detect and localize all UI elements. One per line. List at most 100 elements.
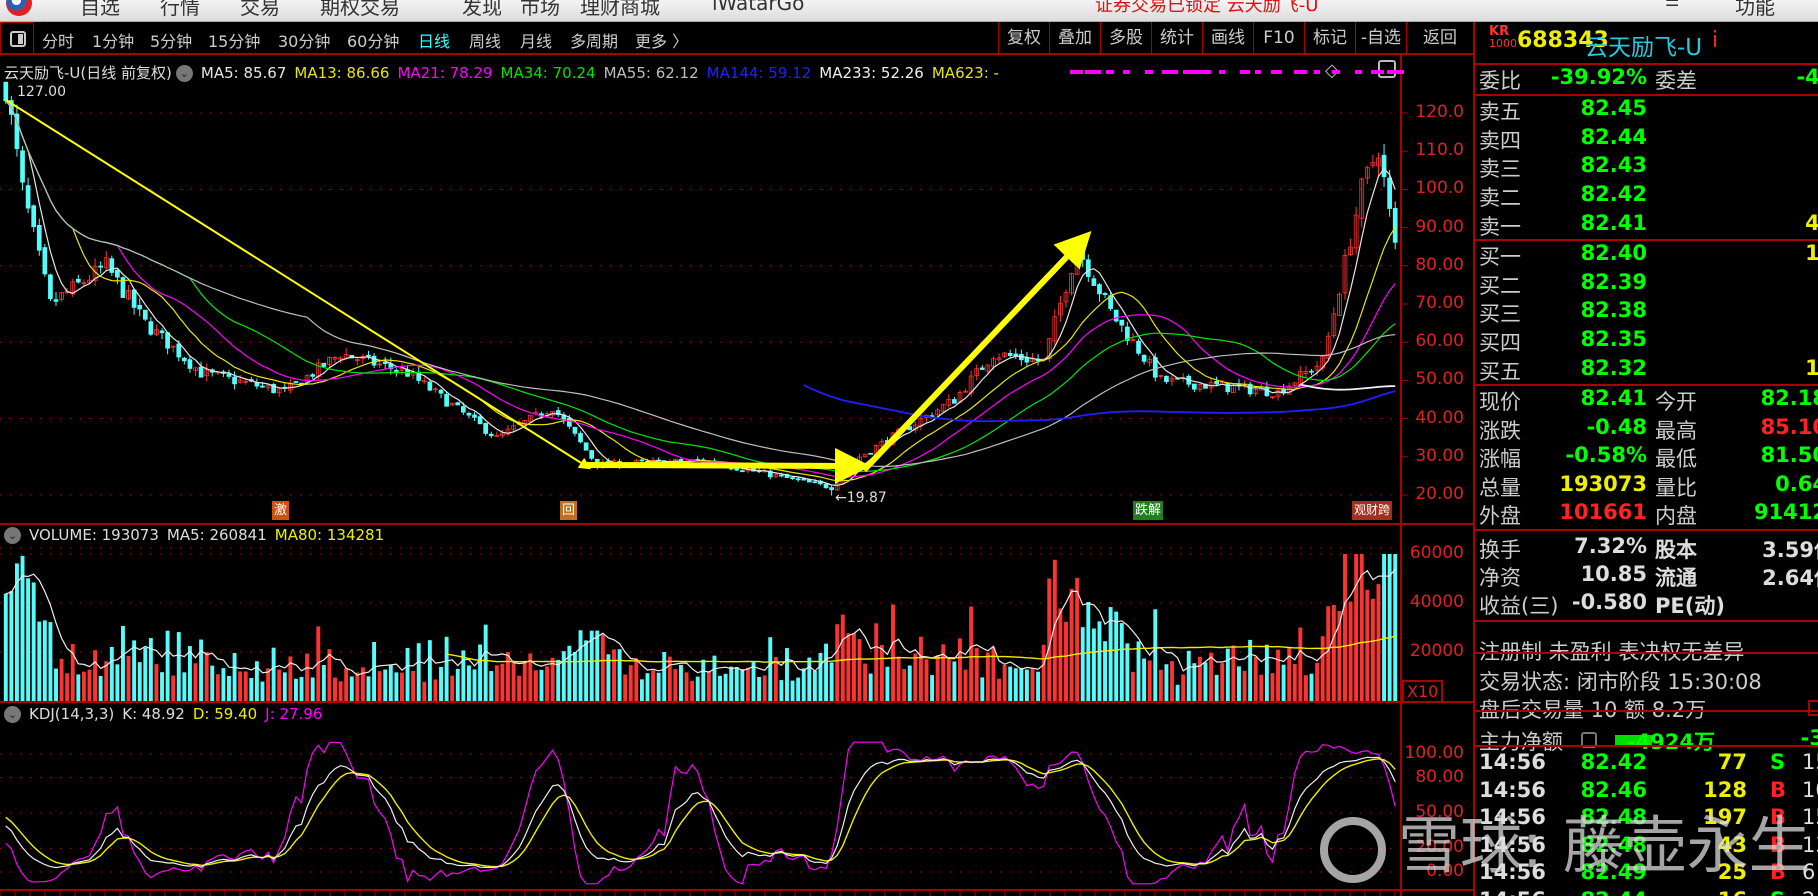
tick-row: 14:56 82.49 25 B 6 xyxy=(1475,860,1818,889)
candle-down xyxy=(31,205,37,228)
volume-bar-down xyxy=(824,643,829,701)
candle-down xyxy=(979,367,985,370)
candle-down xyxy=(829,487,834,491)
signal-dash xyxy=(1162,70,1178,74)
volume-bar-down xyxy=(282,672,287,701)
volume-bar-up xyxy=(93,650,98,701)
tick-volume: 128 xyxy=(1703,777,1747,802)
volume-bar-up xyxy=(896,656,901,701)
stat-label: 内盘 xyxy=(1655,504,1697,528)
chart-icon[interactable] xyxy=(1808,700,1818,716)
volume-bar-up xyxy=(266,668,271,701)
high-price-label: 127.00 xyxy=(17,84,66,100)
volume-bar-down xyxy=(187,646,192,701)
volume-bar-up xyxy=(215,674,220,701)
candle-down xyxy=(578,433,583,443)
volume-bar-down xyxy=(1281,664,1286,701)
volume-axis-label: 60000 xyxy=(1409,543,1464,563)
volume-bar-down xyxy=(980,677,985,701)
candle-down xyxy=(801,478,807,481)
ask-row: 卖一 82.41 476 xyxy=(1475,211,1818,240)
stat-label: 外盘 xyxy=(1479,504,1521,528)
volume-bar-up xyxy=(706,671,711,701)
volume-ma5-line xyxy=(5,568,1396,676)
volume-bar-down xyxy=(42,620,47,701)
candle-down xyxy=(1164,375,1169,382)
stat-label: 今开 xyxy=(1655,390,1697,414)
signal-marker[interactable]: 观财跨 xyxy=(1352,501,1393,520)
candle-down xyxy=(115,269,120,278)
tick-side: S xyxy=(1770,750,1786,774)
volume-bar-up xyxy=(963,669,968,701)
volume-bar-up xyxy=(1002,664,1007,701)
volume-bar-down xyxy=(165,630,170,701)
menu-icon[interactable]: ☰ xyxy=(1665,0,1679,10)
candle-down xyxy=(198,366,204,378)
volume-bar-up xyxy=(126,655,131,701)
signal-dash xyxy=(1219,70,1225,74)
candle-down xyxy=(1113,309,1119,322)
tick-time: 14:56 xyxy=(1479,777,1546,802)
fundamental-value: 3.59亿 xyxy=(1762,538,1818,562)
volume-bar-down xyxy=(1097,621,1102,701)
bid-row-label: 买五 xyxy=(1479,359,1521,384)
bid-row-price: 82.39 xyxy=(1580,269,1647,294)
fundamental-row: 收益(三)-0.580PE(动)– xyxy=(1475,590,1818,619)
ask-row-price: 82.41 xyxy=(1580,210,1647,235)
volume-bar-down xyxy=(1091,628,1096,701)
info-icon[interactable]: i xyxy=(1712,28,1718,53)
volume-bar-down xyxy=(271,647,276,701)
signal-marker[interactable]: 激 xyxy=(272,501,290,520)
volume-axis-label: 40000 xyxy=(1409,592,1464,612)
signal-marker[interactable]: 回 xyxy=(560,501,578,520)
candle-down xyxy=(1136,340,1141,354)
fundamental-row: 换手 7.32% 股本 3.59亿 xyxy=(1475,534,1818,563)
volume-bar-down xyxy=(790,680,795,701)
candle-down xyxy=(1119,319,1125,326)
volume-bar-down xyxy=(394,672,399,701)
candle-down xyxy=(868,452,874,455)
signal-marker[interactable]: 跌解 xyxy=(1133,501,1164,520)
fundamental-value: 2.64亿 xyxy=(1762,566,1818,590)
volume-bar-down xyxy=(572,651,577,701)
volume-bar-up xyxy=(974,648,979,701)
trend-arrow xyxy=(5,99,592,470)
tick-row: 14:56 82.48 43 B 13 xyxy=(1475,833,1818,862)
volume-bar-down xyxy=(662,651,667,701)
volume-bar-down xyxy=(1203,662,1208,701)
bid-row-label: 买三 xyxy=(1479,302,1521,327)
volume-bar-up xyxy=(612,649,616,701)
volume-bar-up xyxy=(450,675,455,701)
volume-bar-up xyxy=(338,681,343,701)
volume-bar-down xyxy=(1175,684,1180,701)
candle-down xyxy=(1264,386,1270,397)
fundamental-value: -0.580 xyxy=(1571,590,1647,614)
kline-chart[interactable] xyxy=(0,0,1473,896)
volume-bar-up xyxy=(433,679,438,701)
menu-function[interactable]: 功能 xyxy=(1735,0,1775,20)
volume-bar-down xyxy=(606,654,611,701)
volume-bar-down xyxy=(299,676,304,701)
stat-label: 最高 xyxy=(1655,418,1697,443)
volume-bar-up xyxy=(1326,606,1331,701)
volume-bar-up xyxy=(935,655,940,701)
volume-bar-down xyxy=(472,669,477,701)
volume-bar-up xyxy=(494,665,499,701)
volume-bar-up xyxy=(874,623,879,701)
candle-down xyxy=(53,299,59,302)
volume-bar-down xyxy=(1086,602,1091,701)
volume-bar-down xyxy=(1125,643,1130,701)
stock-tags: 注册制 未盈利 表决权无差异 xyxy=(1479,640,1745,664)
volume-bar-down xyxy=(109,646,114,701)
volume-bar-down xyxy=(796,677,801,701)
volume-bar-down xyxy=(31,582,36,701)
candle-down xyxy=(148,321,154,335)
candle-down xyxy=(321,362,327,367)
volume-unit-label: X10 xyxy=(1402,680,1444,703)
price-axis-label: 120.0 xyxy=(1415,102,1464,122)
volume-bar-up xyxy=(1220,663,1225,701)
ask-row-price: 82.43 xyxy=(1580,153,1647,178)
volume-bar-down xyxy=(3,593,8,701)
volume-bar-down xyxy=(310,677,315,701)
candle-down xyxy=(371,355,377,366)
